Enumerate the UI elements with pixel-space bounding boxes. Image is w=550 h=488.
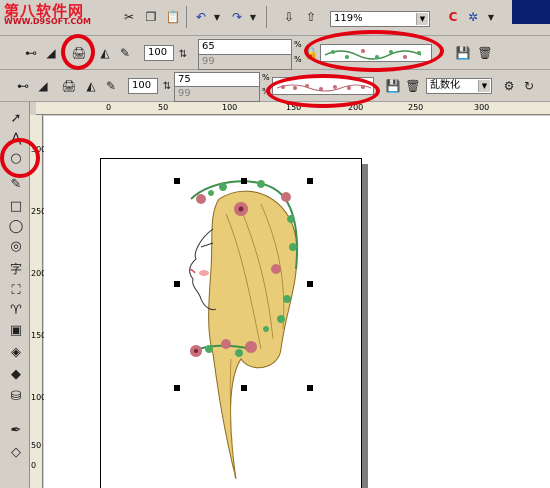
object-size-input[interactable]: 100 (128, 78, 158, 94)
selection-handle[interactable] (307, 385, 313, 391)
chevron-down-icon[interactable]: ▼ (478, 80, 490, 92)
annotation-circle (0, 138, 40, 178)
preset-tool-icon[interactable]: ⊷ (22, 44, 40, 62)
site-logo: 第八软件网 WWW.D9SOFT.COM (0, 0, 108, 28)
logo-text-en: WWW.D9SOFT.COM (4, 17, 92, 26)
standard-toolbar: 第八软件网 WWW.D9SOFT.COM ✂ ❐ 📋 ↶ ▼ ↷ ▼ ⇩ ⇧ 1… (0, 0, 550, 36)
bucket-tool-icon[interactable]: ⛁ (6, 386, 26, 406)
zoom-select[interactable]: 119% ▼ (330, 11, 430, 27)
ruler-tick-label: 50 (158, 103, 169, 112)
preset-tool-icon[interactable]: ⊷ (14, 77, 32, 95)
object-size-value: 100 (148, 47, 168, 58)
size-input[interactable]: 99 (198, 54, 292, 70)
selection-handle[interactable] (307, 281, 313, 287)
chevron-down-icon[interactable]: ▼ (416, 13, 428, 25)
selection-handle[interactable] (174, 281, 180, 287)
corel-connect-icon[interactable]: C (444, 8, 462, 26)
size-input[interactable]: 99 (174, 86, 260, 102)
pick-tool-icon[interactable]: ➚ (6, 108, 26, 128)
pen-tool-icon[interactable]: ✒ (6, 420, 26, 440)
ellipse-tool-icon[interactable]: ◯ (6, 216, 26, 236)
percent-label: % (294, 40, 302, 49)
selection-handle[interactable] (241, 178, 247, 184)
zoom-value: 119% (334, 13, 363, 24)
pressure-tool-icon[interactable]: ✎ (102, 77, 120, 95)
calligraphic-tool-icon[interactable]: ◭ (82, 77, 100, 95)
export-icon[interactable]: ⇧ (302, 8, 320, 26)
copy-icon[interactable]: ❐ (142, 8, 160, 26)
ruler-tick-label: 0 (106, 103, 112, 112)
text-tool-icon[interactable]: 字 (6, 258, 26, 278)
selection-handle[interactable] (174, 385, 180, 391)
stepper-icon[interactable]: ⇅ (174, 45, 192, 63)
sequence-mode-value: 乱数化 (430, 80, 460, 91)
smart-fill-icon[interactable]: ◇ (6, 442, 26, 462)
selection-handle[interactable] (307, 178, 313, 184)
calligraphic-tool-icon[interactable]: ◭ (96, 44, 114, 62)
object-size-value: 100 (132, 80, 152, 91)
paste-icon[interactable]: 📋 (164, 8, 182, 26)
save-icon[interactable]: 💾 (454, 44, 472, 62)
object-size-input[interactable]: 100 (144, 45, 174, 61)
undo-dropdown-icon[interactable]: ▼ (208, 8, 226, 26)
pressure-tool-icon[interactable]: ✎ (116, 44, 134, 62)
outline-tool-icon[interactable]: ◈ (6, 342, 26, 362)
document-page[interactable] (100, 158, 362, 488)
spiral-tool-icon[interactable]: ◎ (6, 236, 26, 256)
percent-label: % (262, 73, 270, 82)
application-launcher-icon[interactable]: ✲ (464, 8, 482, 26)
size-value: 99 (178, 88, 191, 99)
import-icon[interactable]: ⇩ (280, 8, 298, 26)
sequence-mode-select[interactable]: 乱数化 ▼ (426, 78, 492, 94)
delete-icon[interactable]: 🗑 (476, 44, 494, 62)
ruler-tick-label: 250 (408, 103, 424, 112)
redo-dropdown-icon[interactable]: ▼ (244, 8, 262, 26)
annotation-circle (304, 30, 444, 72)
separator (186, 6, 187, 28)
percent-label: % (294, 55, 302, 64)
smoothness-value: 65 (202, 41, 215, 52)
girl-illustration (188, 180, 299, 480)
sprayer-tool-icon[interactable]: 🖨 (60, 77, 78, 95)
delete-icon[interactable]: 🗑 (404, 77, 422, 95)
ruler-tick-label: 50 (31, 441, 42, 450)
brush-tool-icon[interactable]: ◢ (34, 77, 52, 95)
rectangle-tool-icon[interactable]: □ (6, 196, 26, 216)
annotation-circle (61, 34, 95, 70)
separator (266, 6, 267, 28)
launcher-dropdown-icon[interactable]: ▼ (482, 8, 500, 26)
ruler-tick-label: 0 (31, 461, 37, 470)
interactive-fill-icon[interactable]: ⛶ (6, 280, 26, 300)
save-icon[interactable]: 💾 (384, 77, 402, 95)
title-bar-fragment (512, 0, 550, 24)
annotation-circle (266, 74, 380, 108)
eyedropper-tool-icon[interactable]: ♈ (6, 300, 26, 320)
fill-tool-icon[interactable]: ◆ (6, 364, 26, 384)
selection-handle[interactable] (174, 178, 180, 184)
smoothness-input[interactable]: 65 (198, 39, 292, 55)
ruler-tick-label: 100 (222, 103, 238, 112)
ruler-tick-label: 300 (474, 103, 490, 112)
rotate-icon[interactable]: ↻ (520, 77, 538, 95)
spray-order-icon[interactable]: ⚙ (500, 77, 518, 95)
brush-tool-icon[interactable]: ◢ (42, 44, 60, 62)
selection-handle[interactable] (241, 385, 247, 391)
size-value: 99 (202, 56, 215, 67)
shadow-tool-icon[interactable]: ▣ (6, 320, 26, 340)
smoothness-value: 75 (178, 74, 191, 85)
cut-icon[interactable]: ✂ (120, 8, 138, 26)
